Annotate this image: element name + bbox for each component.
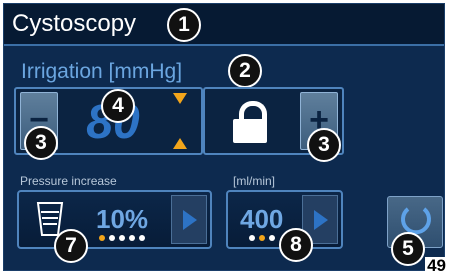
callout-badge-8: 8	[279, 228, 313, 262]
page-title: Cystoscopy	[12, 10, 137, 37]
flow-label: [ml/min]	[233, 174, 275, 188]
flow-dots	[249, 235, 275, 241]
page-dot	[139, 235, 145, 241]
callout-badge-7: 7	[54, 229, 88, 263]
irrigation-title: Irrigation [mmHg]	[21, 60, 183, 83]
pressure-increase-card[interactable]: 10%	[17, 190, 212, 249]
callout-badge-5: 5	[391, 232, 425, 266]
arrow-down-icon	[173, 93, 187, 104]
callout-badge-3-right: 3	[307, 128, 341, 162]
title-bar: Cystoscopy 1	[4, 4, 444, 46]
page-dot	[119, 235, 125, 241]
lock-icon	[233, 101, 267, 143]
cystoscopy-screen: Cystoscopy 1 Irrigation [mmHg] 2 − 80 + …	[3, 3, 445, 271]
page-dot	[249, 235, 255, 241]
pressure-increase-next-button[interactable]	[171, 195, 207, 244]
page-dot	[259, 235, 265, 241]
page-dot	[129, 235, 135, 241]
page-number: 49	[425, 256, 448, 275]
callout-badge-1: 1	[167, 8, 201, 42]
pressure-increase-dots	[99, 235, 145, 241]
callout-badge-3-left: 3	[24, 126, 58, 160]
page-dot	[99, 235, 105, 241]
callout-badge-2: 2	[228, 54, 262, 88]
arrow-up-icon	[173, 138, 187, 149]
pressure-increase-value: 10%	[96, 204, 149, 234]
page-dot	[269, 235, 275, 241]
page-dot	[109, 235, 115, 241]
flow-value: 400	[240, 204, 284, 234]
pressure-increase-label: Pressure increase	[20, 174, 117, 188]
callout-badge-4: 4	[101, 89, 135, 123]
